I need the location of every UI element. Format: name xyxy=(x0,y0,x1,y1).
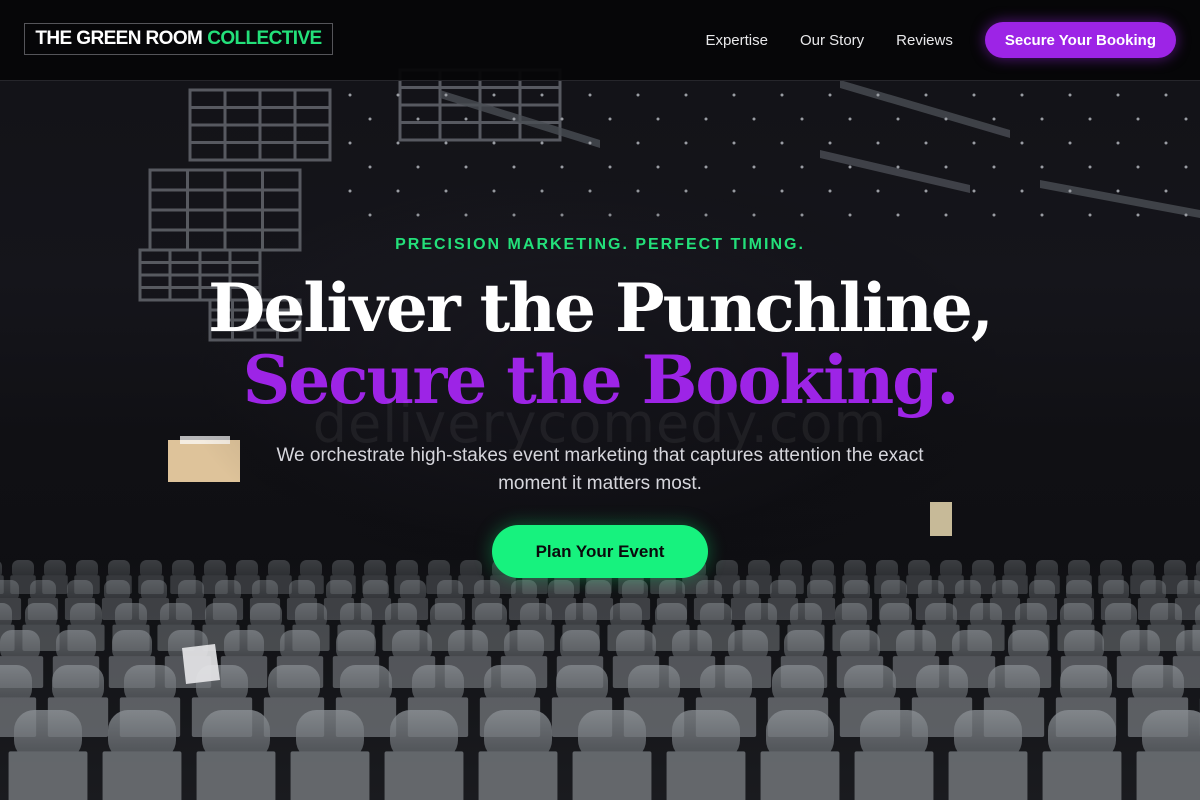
logo-text-accent: COLLECTIVE xyxy=(207,28,322,49)
nav-link-expertise[interactable]: Expertise xyxy=(705,32,768,49)
headline-line-1: Deliver the Punchline, xyxy=(208,269,994,347)
logo-text-primary: THE GREEN ROOM xyxy=(35,28,203,49)
nav-link-reviews[interactable]: Reviews xyxy=(896,32,953,49)
site-header: THE GREEN ROOM COLLECTIVE Expertise Our … xyxy=(0,0,1200,81)
nav-link-our-story[interactable]: Our Story xyxy=(800,32,864,49)
brand-logo[interactable]: THE GREEN ROOM COLLECTIVE xyxy=(24,23,333,55)
secure-booking-button[interactable]: Secure Your Booking xyxy=(984,22,1176,58)
plan-event-button[interactable]: Plan Your Event xyxy=(492,525,708,578)
hero-eyebrow: PRECISION MARKETING. PERFECT TIMING. xyxy=(395,236,805,253)
main-nav: Expertise Our Story Reviews Secure Your … xyxy=(705,22,1176,58)
hero-section: deliverycomedy.com PRECISION MARKETING. … xyxy=(0,0,1200,800)
background-watermark: deliverycomedy.com xyxy=(312,392,888,455)
